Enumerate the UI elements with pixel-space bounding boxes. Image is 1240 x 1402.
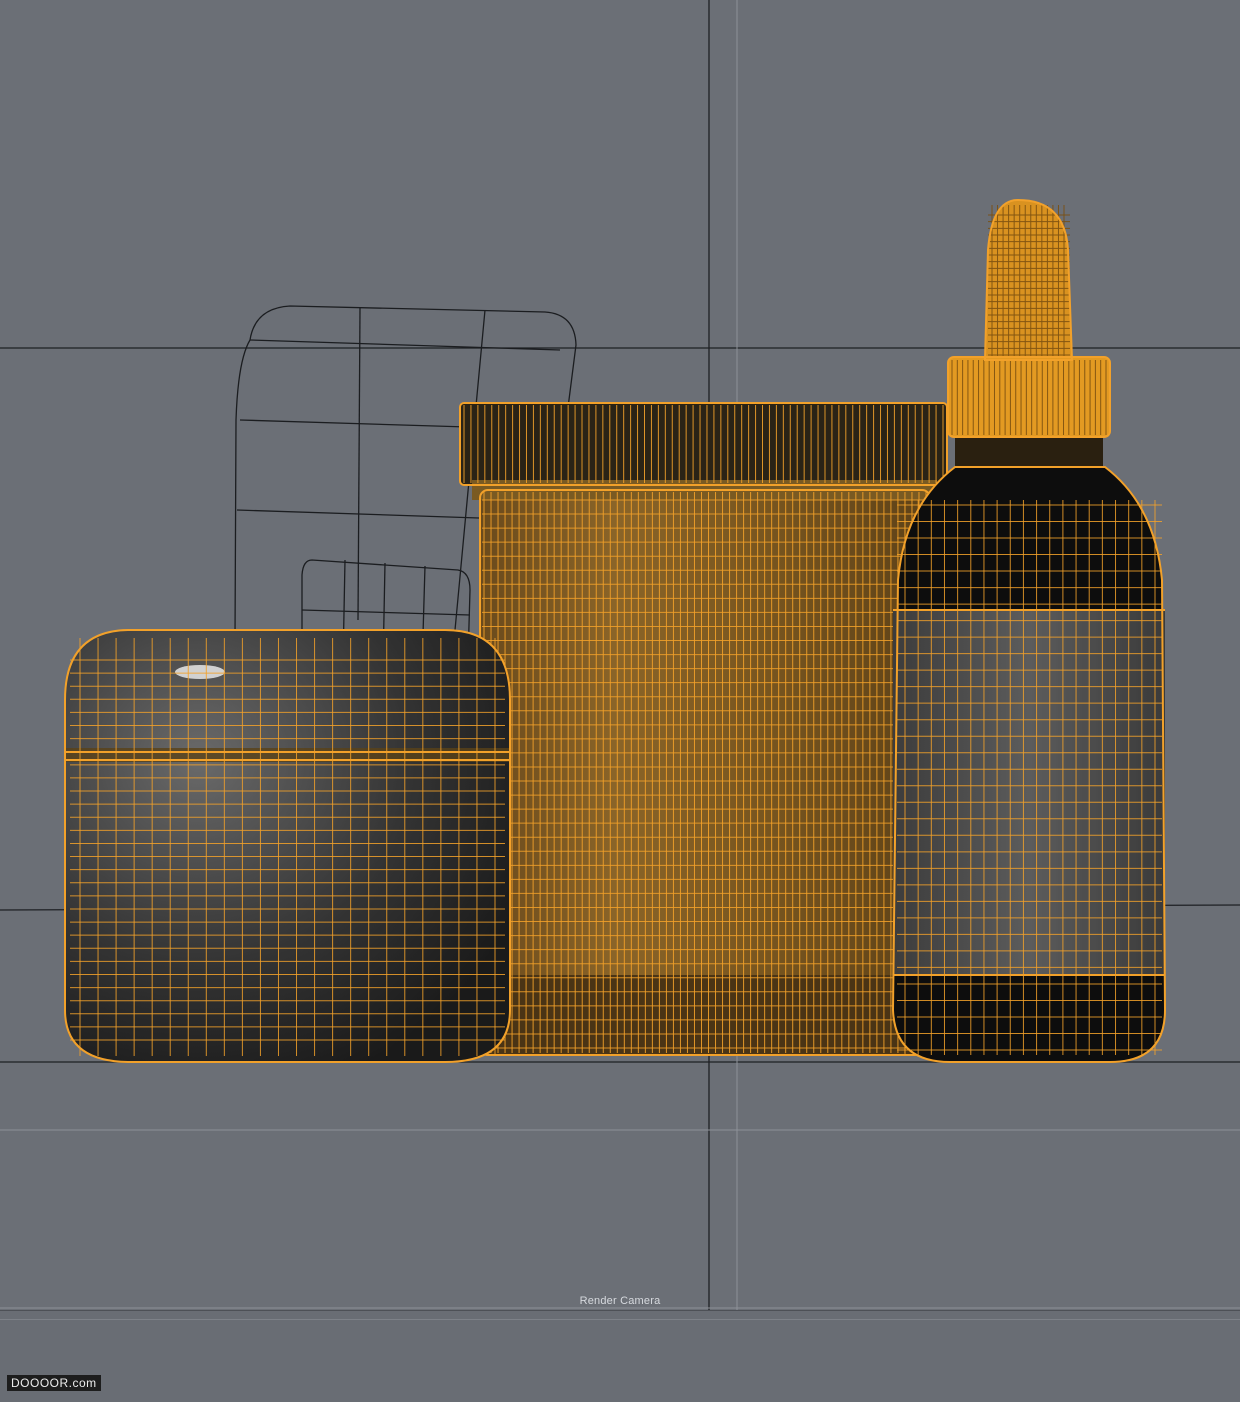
bottom-toolbar: DOOOOR.com (0, 1310, 1240, 1402)
dropper-bottle[interactable] (891, 198, 1167, 1063)
render-camera-viewport[interactable]: Render Camera (0, 0, 1240, 1310)
watermark-logo: DOOOOR.com (7, 1375, 101, 1391)
cream-jar[interactable] (64, 629, 511, 1063)
toolbar-divider (0, 1319, 1240, 1320)
viewport-camera-label: Render Camera (579, 1295, 661, 1307)
supplement-jar[interactable] (459, 402, 948, 1056)
viewport-scene[interactable] (0, 0, 1240, 1310)
